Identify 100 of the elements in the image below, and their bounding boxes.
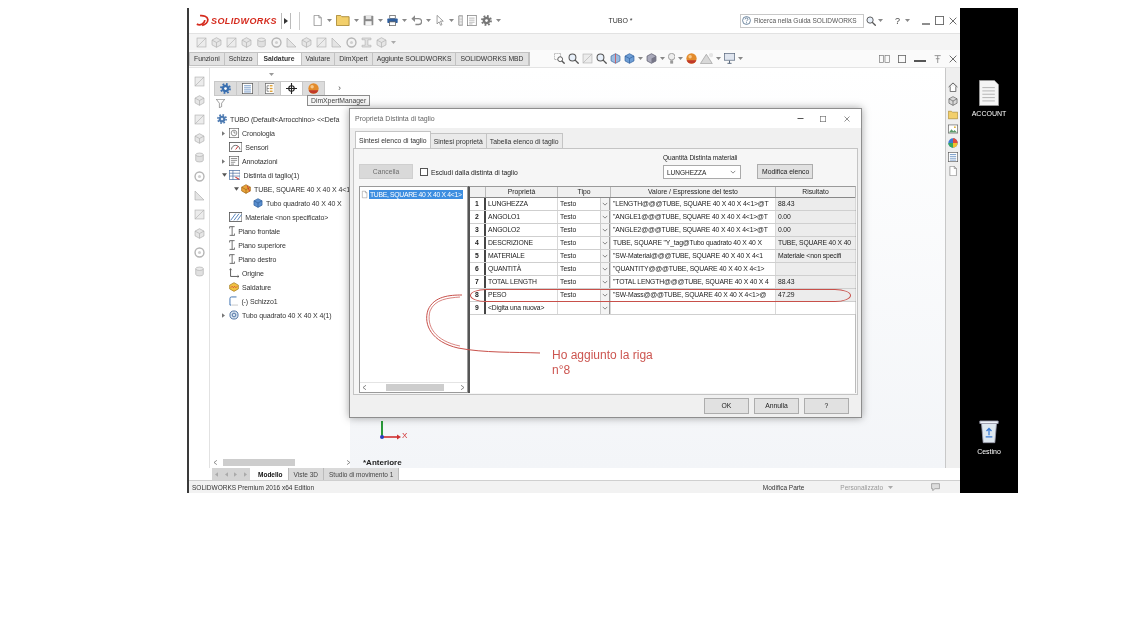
printer-icon[interactable] (386, 15, 398, 26)
picture-icon[interactable] (948, 124, 958, 134)
checkbox[interactable] (420, 168, 428, 176)
search-icon[interactable] (866, 15, 876, 26)
cylinder-icon[interactable] (193, 152, 205, 163)
gear-icon[interactable] (481, 15, 492, 26)
scrollbar-thumb[interactable] (222, 458, 296, 466)
square-icon[interactable] (193, 76, 205, 87)
caret-down-icon[interactable] (426, 19, 432, 22)
cylinder-icon[interactable] (193, 266, 205, 277)
cube-icon[interactable] (645, 53, 657, 64)
close-icon[interactable] (844, 115, 850, 122)
caret-down-icon[interactable] (377, 19, 383, 22)
square-icon[interactable] (193, 209, 205, 220)
chevron-down-icon (730, 170, 736, 174)
help-circle-icon (742, 16, 751, 25)
caret-down-icon[interactable] (659, 57, 665, 60)
i-beam-icon (229, 254, 236, 264)
sphere-icon[interactable] (685, 53, 697, 64)
ring-icon[interactable] (193, 171, 205, 182)
ring-icon[interactable] (346, 36, 357, 48)
caret-down-icon[interactable] (448, 19, 454, 22)
list-icon[interactable] (948, 152, 958, 162)
caret-down-icon[interactable] (234, 187, 239, 191)
cube-icon[interactable] (948, 96, 958, 106)
folder-icon[interactable] (336, 15, 350, 26)
triangle-icon[interactable] (193, 190, 205, 201)
gear-icon (217, 114, 227, 124)
ring-icon (229, 310, 239, 320)
color-wheel-icon[interactable] (948, 138, 958, 148)
scroll-left-icon[interactable] (214, 459, 217, 465)
caret-right-icon[interactable] (222, 130, 225, 136)
crosshair-icon (286, 82, 297, 94)
save-icon[interactable] (362, 15, 374, 26)
maximize-icon[interactable] (820, 115, 826, 122)
square-icon[interactable] (193, 114, 205, 125)
chevron-down-icon (602, 267, 608, 271)
scroll-right-icon[interactable] (461, 385, 464, 390)
undo-icon[interactable] (410, 15, 423, 26)
scroll-left-icon[interactable] (363, 385, 366, 390)
caret-down-icon[interactable] (496, 19, 501, 22)
magnifier-icon[interactable] (595, 53, 607, 64)
zoom-fit-icon[interactable] (553, 53, 565, 64)
ring-icon[interactable] (193, 247, 205, 258)
magnifier-icon[interactable] (567, 53, 579, 64)
more-tabs-button[interactable]: › (338, 83, 341, 93)
minimize-icon[interactable] (913, 60, 926, 62)
manager-tab[interactable] (280, 80, 303, 96)
recycle-bin-icon[interactable] (979, 418, 999, 444)
ring-icon[interactable] (271, 36, 282, 48)
cube-icon[interactable] (623, 53, 635, 64)
maximize-icon[interactable] (935, 16, 944, 25)
triangle-icon[interactable] (286, 36, 297, 48)
caret-down-icon[interactable] (353, 19, 359, 22)
tile-windows-icon[interactable] (878, 54, 890, 63)
chevron-down-icon (602, 215, 608, 219)
scroll-right-icon[interactable] (347, 459, 350, 465)
caret-down-icon[interactable] (905, 19, 910, 22)
section-cube-icon[interactable] (609, 53, 621, 64)
lightbulb-icon[interactable] (667, 53, 675, 64)
table-icon (229, 170, 241, 180)
caret-down-icon[interactable] (738, 57, 744, 60)
caret-down-icon[interactable] (677, 57, 683, 60)
bracket-icon (229, 296, 239, 306)
triangle-right-icon (284, 17, 288, 24)
sheet-icon[interactable] (467, 15, 477, 26)
close-icon[interactable] (949, 16, 957, 25)
caret-down-icon[interactable] (327, 19, 332, 22)
minimize-icon[interactable] (797, 118, 804, 119)
document-icon[interactable] (948, 166, 958, 176)
folder-icon[interactable] (948, 110, 958, 120)
new-document-icon[interactable] (312, 15, 323, 26)
traffic-light-icon[interactable] (457, 15, 464, 26)
document-icon (264, 82, 275, 94)
document-icon[interactable] (979, 80, 999, 106)
chevron-down-icon (602, 280, 608, 284)
triangle-icon[interactable] (331, 36, 342, 48)
monitor-icon[interactable] (724, 53, 736, 64)
caret-right-icon[interactable] (222, 158, 225, 164)
caret-right-icon[interactable] (222, 312, 225, 318)
caret-down-icon[interactable] (716, 57, 722, 60)
note-icon (229, 156, 239, 166)
help-button[interactable]: ? (895, 15, 900, 26)
logo-text: SOLIDWORKS (211, 15, 277, 26)
filter-icon[interactable] (216, 98, 225, 108)
close-icon[interactable] (949, 54, 957, 63)
pin-icon[interactable] (933, 54, 941, 63)
cursor-icon[interactable] (435, 15, 445, 26)
scrollbar-thumb[interactable] (386, 384, 444, 391)
window-icon[interactable] (897, 54, 906, 63)
caret-down-icon[interactable] (222, 173, 227, 177)
speech-bubble-icon[interactable] (931, 483, 940, 491)
view-orientation-label: *Anteriore (363, 458, 403, 467)
chevron-down-icon (602, 293, 608, 297)
home-icon[interactable] (948, 82, 958, 92)
caret-down-icon[interactable] (637, 57, 643, 60)
minimize-icon[interactable] (922, 22, 930, 25)
caret-down-icon[interactable] (401, 19, 407, 22)
caret-down-icon[interactable] (878, 19, 883, 22)
scrollbar[interactable] (360, 382, 467, 392)
